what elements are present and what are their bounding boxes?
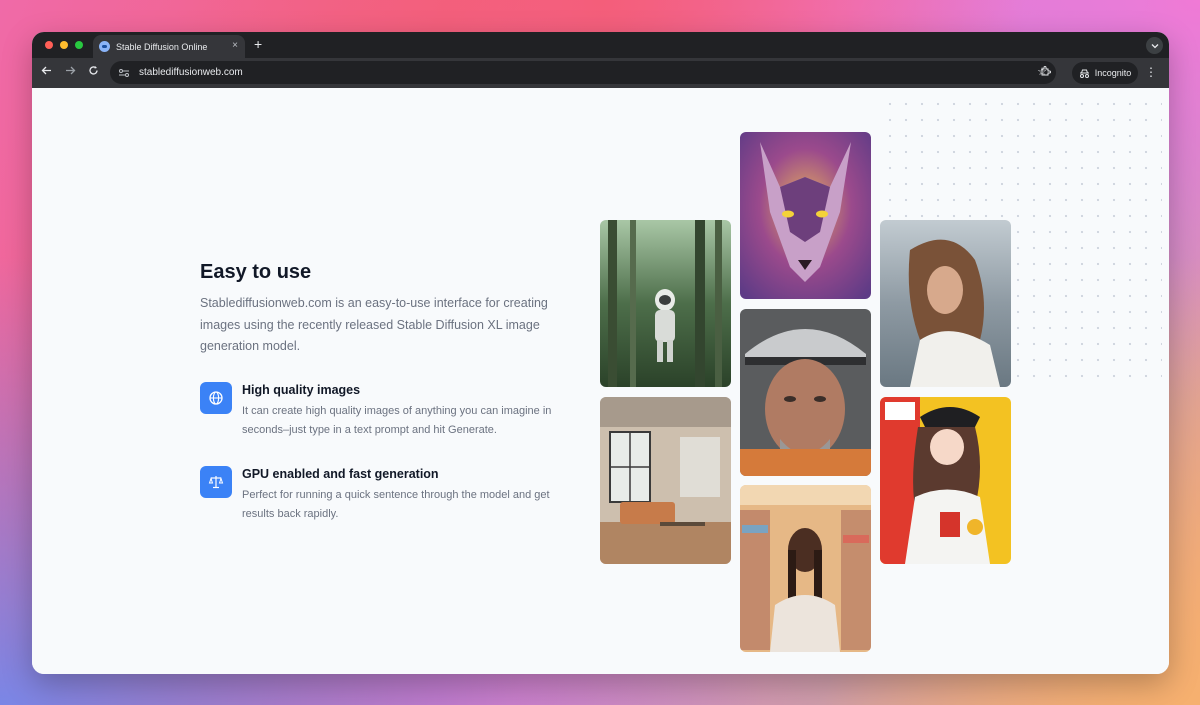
globe-icon <box>200 382 232 414</box>
incognito-badge[interactable]: Incognito <box>1072 62 1138 84</box>
feature-title: GPU enabled and fast generation <box>242 467 439 481</box>
miner-portrait-image <box>740 309 871 476</box>
reload-icon[interactable] <box>88 65 99 79</box>
section-intro: Stablediffusionweb.com is an easy-to-use… <box>200 296 548 353</box>
scale-icon <box>200 466 232 498</box>
section-title: Easy to use <box>200 261 312 283</box>
feature-description: Perfect for running a quick sentence thr… <box>242 489 550 520</box>
url-text: stablediffusionweb.com <box>139 67 243 78</box>
extensions-icon[interactable] <box>1040 65 1052 80</box>
tab-search-button[interactable] <box>1146 37 1163 54</box>
maximize-window-button[interactable] <box>75 41 83 49</box>
tab-close-icon[interactable]: × <box>232 40 238 51</box>
incognito-icon <box>1079 69 1089 78</box>
woman-sea-image <box>880 220 1011 387</box>
minimize-window-button[interactable] <box>60 41 68 49</box>
anime-girl-image <box>880 397 1011 564</box>
interior-room-image <box>600 397 731 564</box>
back-icon[interactable] <box>41 65 52 79</box>
forward-icon[interactable] <box>65 65 76 79</box>
more-menu-icon[interactable]: ⋮ <box>1145 65 1157 79</box>
tab-title: Stable Diffusion Online <box>116 41 208 52</box>
new-tab-button[interactable]: + <box>254 36 262 52</box>
wolf-art-image <box>740 132 871 299</box>
window-controls <box>45 41 83 49</box>
close-window-button[interactable] <box>45 41 53 49</box>
browser-window: Stable Diffusion Online × + stablediffus… <box>32 32 1169 674</box>
feature-description: It can create high quality images of any… <box>242 405 552 436</box>
chevron-down-icon <box>1151 43 1158 48</box>
feature-title: High quality images <box>242 383 361 397</box>
page-content: Easy to use Stablediffusionweb.com is an… <box>32 88 1169 674</box>
address-bar[interactable]: stablediffusionweb.com ☆ <box>110 61 1056 84</box>
site-settings-icon[interactable] <box>118 67 130 79</box>
site-favicon-icon <box>99 41 110 52</box>
tab-strip: Stable Diffusion Online × + <box>32 32 1169 58</box>
browser-toolbar: stablediffusionweb.com ☆ Incognito ⋮ <box>32 58 1169 88</box>
incognito-label: Incognito <box>1094 68 1132 78</box>
astronaut-forest-image <box>600 220 731 387</box>
woman-store-image <box>740 485 871 652</box>
tab-active[interactable]: Stable Diffusion Online × <box>93 35 245 58</box>
